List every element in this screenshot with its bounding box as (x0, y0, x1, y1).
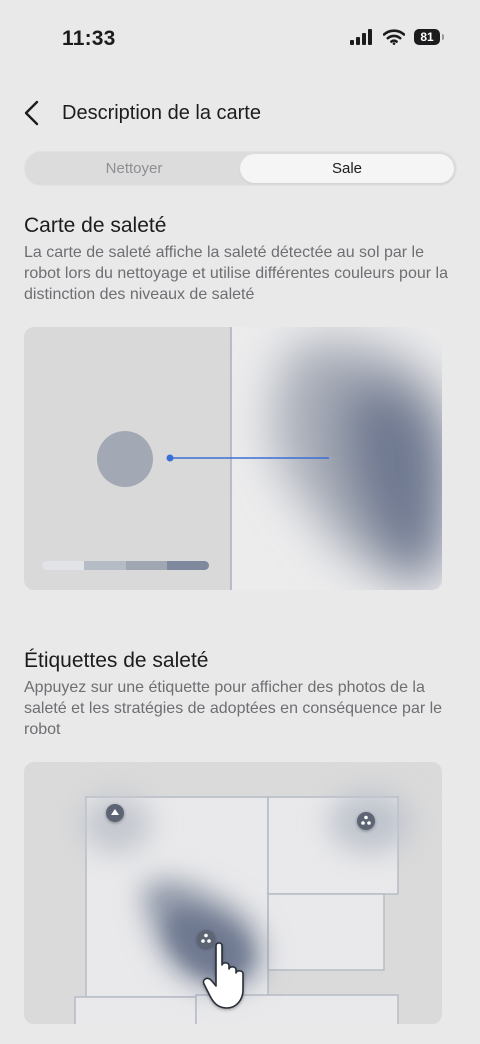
signal-icon (350, 29, 372, 45)
dirt-labels-description: Appuyez sur une étiquette pour afficher … (24, 679, 443, 738)
dirt-labels-title: Étiquettes de saleté (24, 649, 209, 672)
dirt-map-description: La carte de saleté affiche la saleté dét… (24, 244, 448, 303)
segmented-control: Nettoyer Sale (24, 151, 457, 186)
nav-bar: Description de la carte (0, 90, 480, 138)
dirt-tag-3 (197, 930, 215, 948)
page-title: Description de la carte (62, 102, 261, 124)
dirt-tag-2 (357, 812, 375, 830)
status-bar: 11:33 81 (0, 0, 480, 80)
dirt-level-legend (42, 561, 209, 570)
dirt-map-graphic (24, 327, 442, 590)
status-time: 11:33 (62, 27, 116, 50)
wifi-icon (383, 29, 405, 45)
dirt-tag-1 (106, 804, 124, 822)
battery-icon: 81 (414, 29, 444, 45)
status-icons: 81 (350, 29, 444, 45)
room-mid-right (267, 893, 385, 971)
dirt-map-illustration (24, 327, 442, 590)
dirt-labels-illustration (24, 762, 442, 1024)
room-bottom-left (74, 996, 197, 1024)
tab-sale[interactable]: Sale (240, 154, 454, 183)
floor-map-graphic (74, 790, 412, 1024)
back-button[interactable] (18, 98, 48, 128)
dirt-map-title: Carte de saleté (24, 214, 167, 237)
dirt-magnifier-circle (97, 431, 153, 487)
tab-nettoyer[interactable]: Nettoyer (27, 154, 241, 183)
